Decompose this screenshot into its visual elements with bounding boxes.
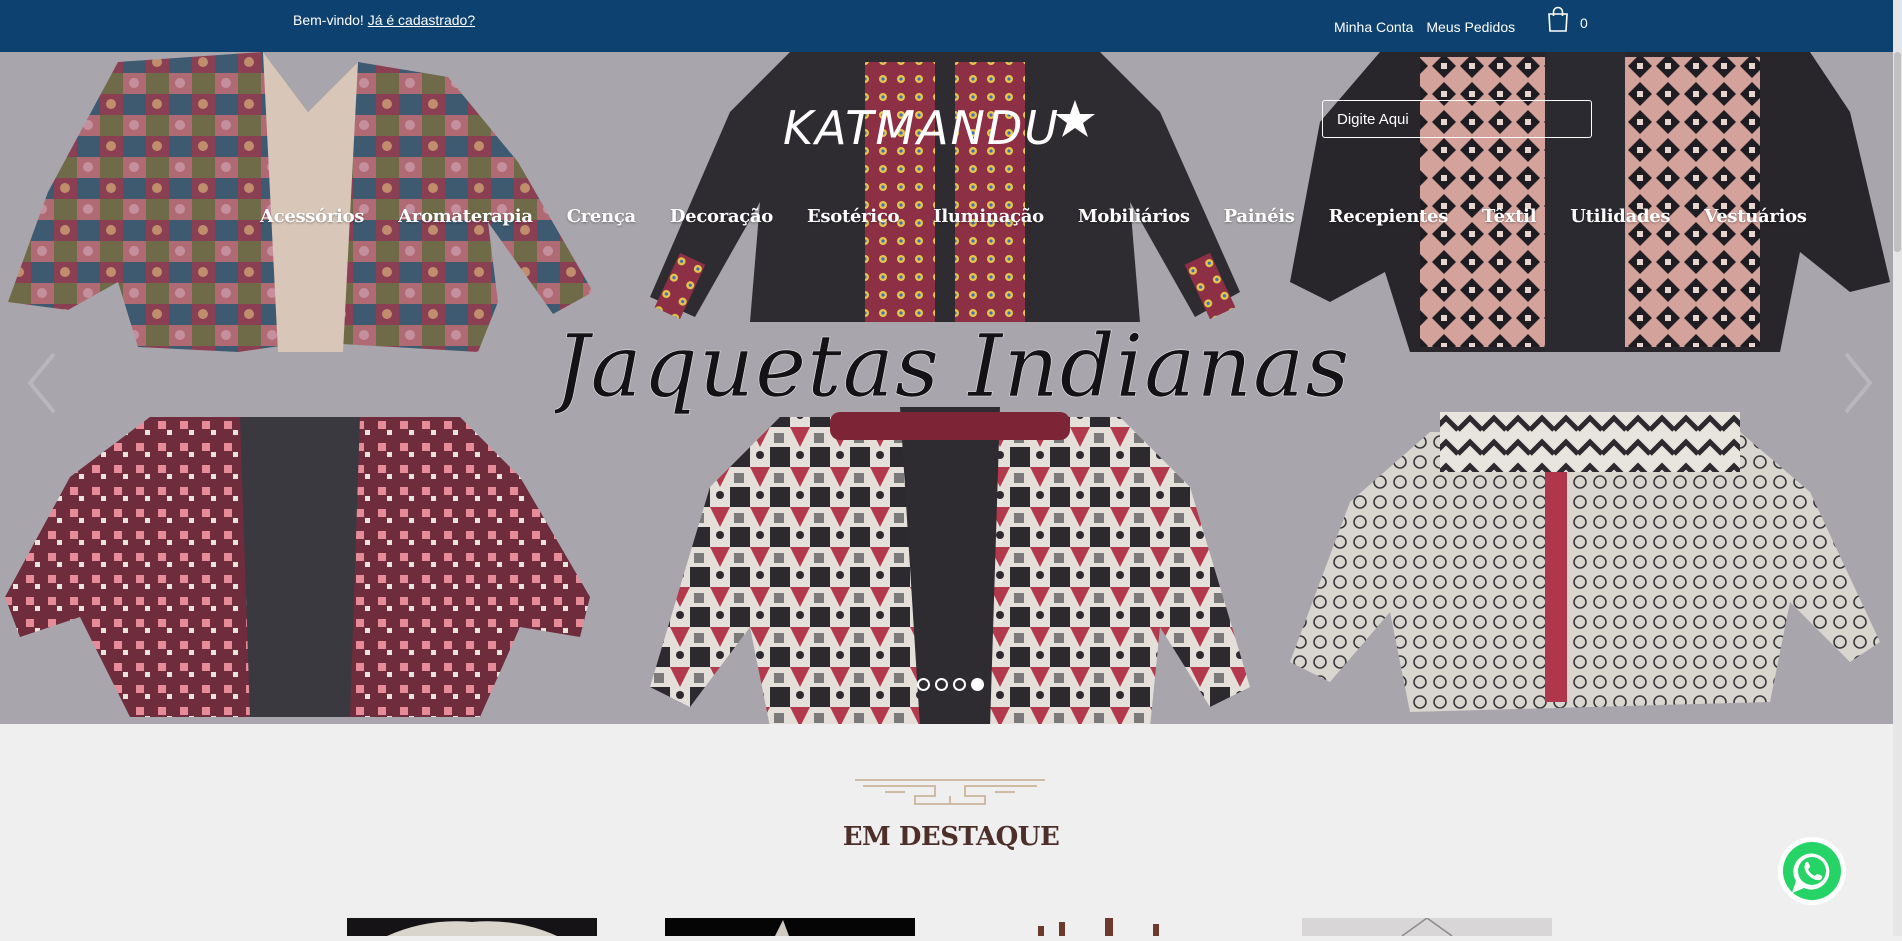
katmandu-logo[interactable]: KATMANDU [783, 82, 1113, 172]
product-thumbnail-2[interactable] [665, 918, 915, 936]
ornament-divider-icon [855, 779, 1045, 805]
chevron-left-icon[interactable] [22, 348, 62, 418]
my-orders-link[interactable]: Meus Pedidos [1426, 19, 1515, 35]
patchwork-jacket-image [8, 52, 593, 352]
page-scrollbar[interactable] [1893, 0, 1902, 936]
banner-headline-text: Jaquetas Indianas [555, 317, 1350, 417]
nav-item-recepientes[interactable]: Recepientes [1329, 206, 1449, 227]
hero-banner: KATMANDU Acessórios Aromaterapia Crença Dec… [0, 52, 1902, 724]
star-icon [1055, 100, 1095, 137]
slider-dots [917, 678, 984, 691]
black-white-jacket-image [650, 407, 1250, 724]
slide-dot-3[interactable] [953, 678, 966, 691]
slide-dot-4[interactable] [971, 678, 984, 691]
product-thumbnail-1[interactable] [347, 918, 597, 936]
slide-dot-1[interactable] [917, 678, 930, 691]
nav-item-vestuarios[interactable]: Vestuários [1704, 206, 1807, 227]
nav-item-crenca[interactable]: Crença [567, 206, 636, 227]
nav-item-esoterico[interactable]: Esotérico [807, 206, 900, 227]
nav-item-paineis[interactable]: Painéis [1224, 206, 1295, 227]
cart-count[interactable]: 0 [1580, 15, 1588, 31]
welcome-message: Bem-vindo! Já é cadastrado? [293, 12, 475, 28]
account-links: Minha Conta Meus Pedidos [1334, 19, 1515, 35]
nav-item-acessorios[interactable]: Acessórios [260, 206, 364, 227]
product-thumbnail-3[interactable] [983, 918, 1233, 936]
search-input[interactable] [1322, 100, 1592, 138]
welcome-text: Bem-vindo! [293, 12, 368, 28]
my-account-link[interactable]: Minha Conta [1334, 19, 1413, 35]
featured-title: EM DESTAQUE [842, 822, 1060, 852]
nav-item-iluminacao[interactable]: Iluminação [933, 206, 1044, 227]
nav-item-textil[interactable]: Têxtil [1482, 206, 1537, 227]
logo-text: KATMANDU [783, 101, 1060, 155]
nav-item-utilidades[interactable]: Utilidades [1570, 206, 1670, 227]
white-paisley-jacket-image [1290, 412, 1880, 712]
scrollbar-thumb[interactable] [1894, 52, 1901, 252]
shopping-bag-icon[interactable] [1547, 6, 1569, 32]
nav-item-aromaterapia[interactable]: Aromaterapia [398, 206, 533, 227]
nav-item-decoracao[interactable]: Decoração [670, 206, 773, 227]
category-nav: Acessórios Aromaterapia Crença Decoração Eso… [260, 206, 1841, 227]
top-bar: Bem-vindo! Já é cadastrado? Minha Conta … [0, 0, 1902, 52]
whatsapp-icon[interactable] [1776, 835, 1848, 907]
nav-item-mobiliarios[interactable]: Mobiliários [1078, 206, 1190, 227]
product-thumbnail-4[interactable] [1302, 917, 1552, 937]
mirror-work-jacket-image [5, 417, 590, 717]
chevron-right-icon[interactable] [1838, 348, 1878, 418]
banner-headline: Jaquetas Indianas [555, 317, 1350, 418]
slide-dot-2[interactable] [935, 678, 948, 691]
login-link[interactable]: Já é cadastrado? [368, 12, 475, 28]
